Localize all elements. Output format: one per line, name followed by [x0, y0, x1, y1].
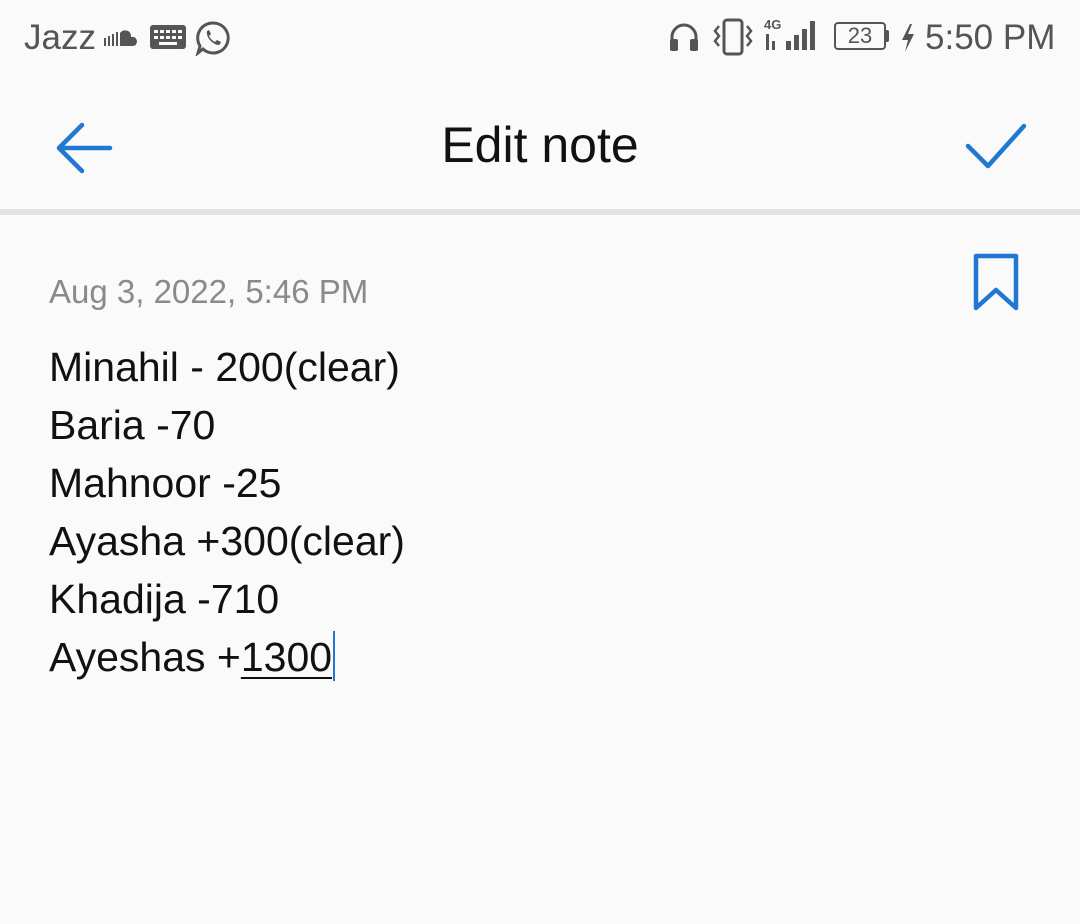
note-line: Mahnoor -25 — [49, 460, 282, 506]
note-text-editor[interactable]: Minahil - 200(clear) Baria -70 Mahnoor -… — [49, 338, 1039, 686]
headphones-icon — [668, 21, 700, 53]
note-timestamp: Aug 3, 2022, 5:46 PM — [49, 273, 369, 310]
app-bar: Edit note — [0, 76, 1080, 210]
soundcloud-icon — [104, 28, 138, 48]
note-line: Baria -70 — [49, 402, 216, 448]
page-title: Edit note — [441, 117, 639, 173]
bookmark-icon — [973, 253, 1019, 311]
whatsapp-icon — [195, 20, 231, 56]
network-type-label: 4G — [764, 17, 781, 32]
vibrate-icon — [710, 18, 756, 56]
keyboard-icon — [150, 25, 186, 49]
header-divider — [0, 209, 1080, 215]
battery-tip — [886, 30, 889, 42]
battery-indicator: 23 — [834, 22, 886, 50]
composing-text: 1300 — [240, 634, 333, 680]
check-icon — [965, 123, 1027, 169]
bookmark-button[interactable] — [966, 252, 1026, 314]
note-line-active: Ayeshas +1300 — [49, 628, 1039, 686]
note-line: Minahil - 200(clear) — [49, 344, 400, 390]
note-line: Khadija -710 — [49, 576, 280, 622]
status-bar: Jazz 4G 23 5:50 PM — [0, 0, 1080, 76]
note-line-prefix: Ayeshas + — [49, 634, 241, 680]
signal-icon: 4G — [764, 17, 820, 53]
note-line: Ayasha +300(clear) — [49, 518, 405, 564]
carrier-name: Jazz — [24, 18, 96, 57]
status-time: 5:50 PM — [925, 18, 1056, 57]
edit-note-screen: Jazz 4G 23 5:50 PM Edit note Aug 3, 2022… — [0, 0, 1080, 924]
text-cursor — [333, 631, 336, 681]
save-button[interactable] — [958, 112, 1034, 184]
charging-icon — [900, 24, 916, 52]
